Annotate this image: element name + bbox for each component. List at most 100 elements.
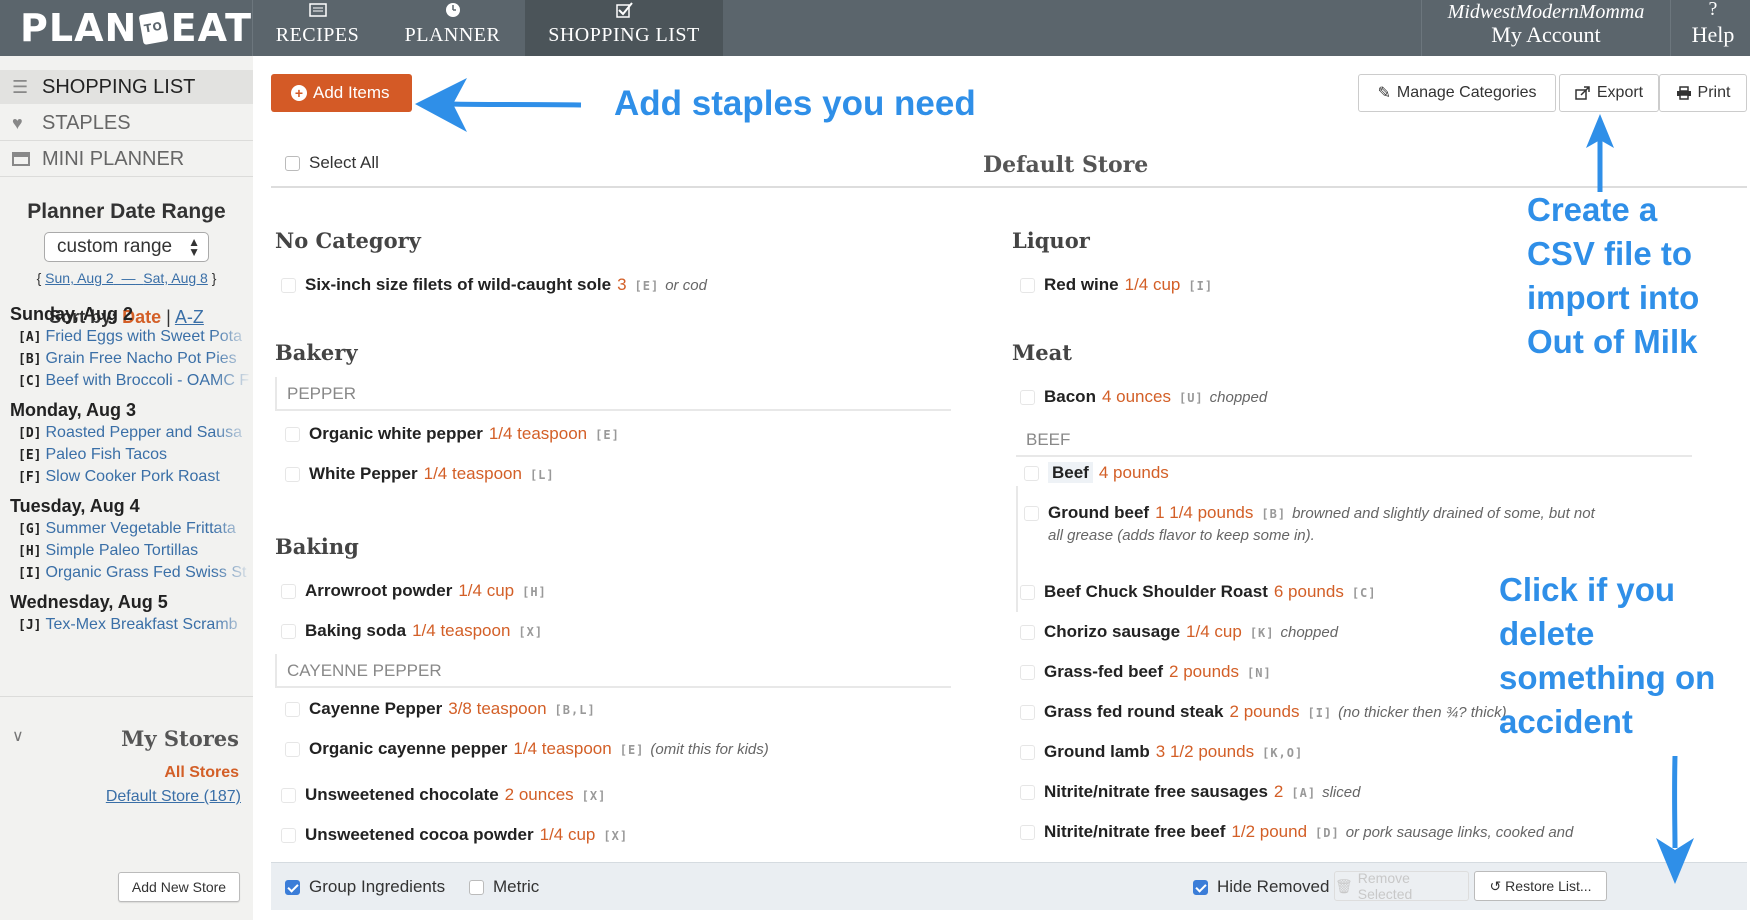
checkbox[interactable] xyxy=(285,742,300,758)
checkbox[interactable] xyxy=(1020,625,1035,641)
list-item[interactable]: Grass fed round steak 2 pounds [I] (no thic… xyxy=(1020,702,1507,722)
checkbox[interactable] xyxy=(1020,825,1035,841)
checkbox[interactable] xyxy=(1193,879,1208,895)
meal-link[interactable]: [B] Grain Free Nacho Pot Pies xyxy=(18,350,253,368)
range-end-text: Sat, Aug 8 xyxy=(143,270,208,286)
sidebar-item-label: MINI PLANNER xyxy=(42,147,185,170)
checkbox[interactable] xyxy=(285,427,300,443)
default-store-link[interactable]: Default Store (187) xyxy=(106,788,241,806)
checkbox[interactable] xyxy=(281,278,296,294)
add-items-label: Add Items xyxy=(313,83,390,102)
checkbox[interactable] xyxy=(1020,665,1035,681)
group-ingredients-checkbox[interactable]: Group Ingredients xyxy=(285,877,445,897)
range-start-link[interactable]: Sun, Aug 2 — Sat, Aug 8 xyxy=(45,270,208,286)
hide-removed-checkbox[interactable]: Hide Removed xyxy=(1193,877,1329,897)
select-all-checkbox[interactable]: Select All xyxy=(285,153,379,173)
checkbox[interactable] xyxy=(1024,466,1039,482)
add-items-button[interactable]: + Add Items xyxy=(271,74,412,112)
category-title-meat: Meat xyxy=(1012,340,1072,365)
sidebar-item-mini-planner[interactable]: MINI PLANNER xyxy=(0,142,253,176)
plan-to-eat-logo[interactable]: PLAN TO EAT xyxy=(0,0,252,56)
list-item[interactable]: Red wine 1/4 cup [I] xyxy=(1020,275,1213,295)
list-item[interactable]: Bacon 4 ounces [U] chopped xyxy=(1020,387,1267,407)
all-stores-link[interactable]: All Stores xyxy=(164,764,239,782)
checkbox[interactable] xyxy=(285,155,300,171)
list-item[interactable]: Organic white pepper 1/4 teaspoon [E] xyxy=(285,424,620,444)
checkbox[interactable] xyxy=(1024,506,1039,522)
add-new-store-button[interactable]: Add New Store xyxy=(118,872,240,902)
metric-checkbox[interactable]: Metric xyxy=(469,877,539,897)
export-button[interactable]: Export xyxy=(1559,74,1659,112)
list-item[interactable]: White Pepper 1/4 teaspoon [L] xyxy=(285,464,555,484)
checkbox[interactable] xyxy=(1020,745,1035,761)
heart-icon: ♥ xyxy=(12,113,23,133)
list-item[interactable]: Chorizo sausage 1/4 cup [K] chopped xyxy=(1020,622,1338,642)
checkbox[interactable] xyxy=(285,702,300,718)
checkbox[interactable] xyxy=(285,879,300,895)
meal-link[interactable]: [D] Roasted Pepper and Sausa xyxy=(18,424,253,442)
sidebar-item-shopping-list[interactable]: ☰ SHOPPING LIST xyxy=(0,70,253,104)
tab-shopping-list[interactable]: SHOPPING LIST xyxy=(525,0,723,56)
meal-link[interactable]: [C] Beef with Broccoli - OAMC F xyxy=(18,372,253,390)
checkbox[interactable] xyxy=(281,624,296,640)
remove-selected-button[interactable]: 🗑 Remove Selected xyxy=(1334,870,1469,902)
range-separator: — xyxy=(121,270,136,286)
item-code: [K,O] xyxy=(1262,746,1304,760)
meal-link[interactable]: [F] Slow Cooker Pork Roast xyxy=(18,468,253,486)
list-item[interactable]: Cayenne Pepper 3/8 teaspoon [B,L] xyxy=(285,699,596,719)
date-range-select[interactable]: custom range ▲ ▼ xyxy=(44,232,209,262)
checkbox[interactable] xyxy=(1020,585,1035,601)
checkbox[interactable] xyxy=(469,879,484,895)
list-item[interactable]: Ground lamb 3 1/2 pounds [K,O] xyxy=(1020,742,1303,762)
list-item[interactable]: Beef Chuck Shoulder Roast 6 pounds [C] xyxy=(1020,582,1377,602)
list-item[interactable]: Ground beef 1 1/4 pounds [B] browned and sl… xyxy=(1024,503,1595,544)
checkbox[interactable] xyxy=(1020,785,1035,801)
checkbox[interactable] xyxy=(1020,705,1035,721)
meal-link[interactable]: [H] Simple Paleo Tortillas xyxy=(18,542,253,560)
meal-link[interactable]: [E] Paleo Fish Tacos xyxy=(18,446,253,464)
list-item[interactable]: Nitrite/nitrate free sausages 2 [A] sliced xyxy=(1020,782,1360,802)
list-item[interactable]: Baking soda 1/4 teaspoon [X] xyxy=(281,621,543,641)
my-account-link[interactable]: My Account xyxy=(1422,22,1670,48)
item-name: Six-inch size filets of wild-caught sole xyxy=(305,275,612,294)
restore-list-button[interactable]: ↺ Restore List... xyxy=(1474,871,1607,901)
tab-planner[interactable]: PLANNER xyxy=(390,0,515,56)
item-note: browned and slightly drained of some, bu… xyxy=(1292,505,1595,522)
help-label: Help xyxy=(1691,22,1735,47)
meal-link[interactable]: [I] Organic Grass Fed Swiss St xyxy=(18,564,253,582)
account-menu[interactable]: MidwestModernMomma My Account xyxy=(1421,0,1671,56)
checkbox[interactable] xyxy=(285,467,300,483)
list-item[interactable]: Unsweetened chocolate 2 ounces [X] xyxy=(281,785,606,805)
item-qty: 1/4 teaspoon xyxy=(488,424,588,443)
item-qty: 2 xyxy=(1273,782,1284,801)
list-item[interactable]: Organic cayenne pepper 1/4 teaspoon [E] (om… xyxy=(285,739,769,759)
checkbox[interactable] xyxy=(281,584,296,600)
annotation-line: Out of Milk xyxy=(1527,323,1698,360)
checkbox[interactable] xyxy=(1020,278,1035,294)
sort-az-option[interactable]: A-Z xyxy=(175,307,204,327)
print-button[interactable]: Print xyxy=(1659,74,1747,112)
checkbox[interactable] xyxy=(1020,390,1035,406)
meal-link[interactable]: [J] Tex-Mex Breakfast Scramb xyxy=(18,616,253,634)
checkbox[interactable] xyxy=(281,788,296,804)
list-item[interactable]: Beef 4 pounds xyxy=(1024,462,1169,483)
item-qty: 3 1/2 pounds xyxy=(1155,742,1255,761)
sidebar-item-staples[interactable]: ♥ STAPLES xyxy=(0,106,253,140)
list-item[interactable]: Arrowroot powder 1/4 cup [H] xyxy=(281,581,547,601)
help-button[interactable]: ? Help xyxy=(1676,0,1750,56)
checkbox[interactable] xyxy=(281,828,296,844)
meal-key: [G] xyxy=(18,522,42,537)
tab-recipes[interactable]: RECIPES xyxy=(255,0,380,56)
arrow-down-annotation xyxy=(1656,755,1694,884)
list-item[interactable]: Unsweetened cocoa powder 1/4 cup [X] xyxy=(281,825,628,845)
item-name: Bacon xyxy=(1044,387,1096,406)
meal-link[interactable]: [G] Summer Vegetable Frittata xyxy=(18,520,253,538)
category-title-liquor: Liquor xyxy=(1012,228,1090,253)
meal-link[interactable]: [A] Fried Eggs with Sweet Pota xyxy=(18,328,253,346)
list-item[interactable]: Nitrite/nitrate free beef 1/2 pound [D] or … xyxy=(1020,822,1573,842)
list-item[interactable]: Six-inch size filets of wild-caught sole… xyxy=(281,275,707,295)
list-item[interactable]: Grass-fed beef 2 pounds [N] xyxy=(1020,662,1272,682)
annotation-line: delete xyxy=(1499,615,1595,652)
manage-categories-button[interactable]: ✎ Manage Categories xyxy=(1358,74,1556,112)
chevron-down-icon[interactable]: ∨ xyxy=(12,726,24,746)
